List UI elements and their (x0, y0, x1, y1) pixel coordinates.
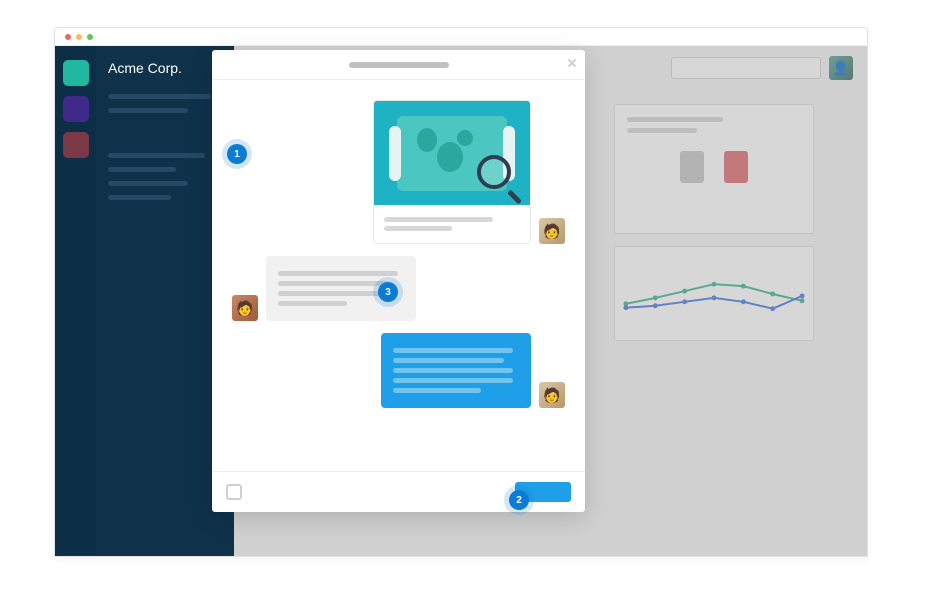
channel-item[interactable] (108, 94, 211, 99)
workspace-sidebar (55, 46, 96, 556)
agent-avatar[interactable]: 🧑 (539, 382, 565, 408)
message-bubble-outgoing (381, 333, 531, 408)
text-line (393, 388, 481, 393)
channel-item[interactable] (108, 167, 176, 172)
text-line (278, 271, 398, 276)
text-line (278, 301, 347, 306)
workspace-item-1[interactable] (63, 60, 89, 86)
workspace-item-2[interactable] (63, 96, 89, 122)
agent-avatar[interactable]: 🧑 (539, 218, 565, 244)
card-caption (374, 205, 530, 243)
message-row: 🧑 (232, 256, 565, 321)
text-line (278, 281, 389, 286)
modal-title-placeholder (349, 62, 449, 68)
text-line (393, 378, 513, 383)
magnifier-icon (477, 155, 519, 197)
modal-header (212, 50, 585, 80)
step-badge-1[interactable]: 1 (227, 144, 247, 164)
chat-body: 🧑 🧑 🧑 (212, 80, 585, 471)
chat-input-bar (212, 471, 585, 512)
close-window-icon[interactable] (65, 34, 71, 40)
channel-item[interactable] (108, 195, 171, 200)
text-line (393, 358, 504, 363)
caption-line (384, 217, 493, 222)
map-scroll-icon (397, 116, 507, 191)
chat-modal: 🧑 🧑 🧑 (212, 50, 585, 512)
window-title-bar (55, 28, 867, 46)
card-illustration (374, 101, 530, 205)
text-line (393, 348, 513, 353)
channel-item[interactable] (108, 153, 205, 158)
message-row: 🧑 (232, 333, 565, 408)
step-badge-2[interactable]: 2 (509, 490, 529, 510)
attach-icon[interactable] (226, 484, 242, 500)
user-avatar[interactable]: 🧑 (232, 295, 258, 321)
channel-item[interactable] (108, 181, 188, 186)
maximize-window-icon[interactable] (87, 34, 93, 40)
caption-line (384, 226, 452, 231)
channel-item[interactable] (108, 108, 188, 113)
org-name: Acme Corp. (108, 60, 222, 76)
message-card[interactable] (373, 100, 531, 244)
text-line (393, 368, 513, 373)
minimize-window-icon[interactable] (76, 34, 82, 40)
close-icon[interactable] (567, 58, 577, 68)
workspace-item-3[interactable] (63, 132, 89, 158)
step-badge-3[interactable]: 3 (378, 282, 398, 302)
message-row: 🧑 (232, 100, 565, 244)
